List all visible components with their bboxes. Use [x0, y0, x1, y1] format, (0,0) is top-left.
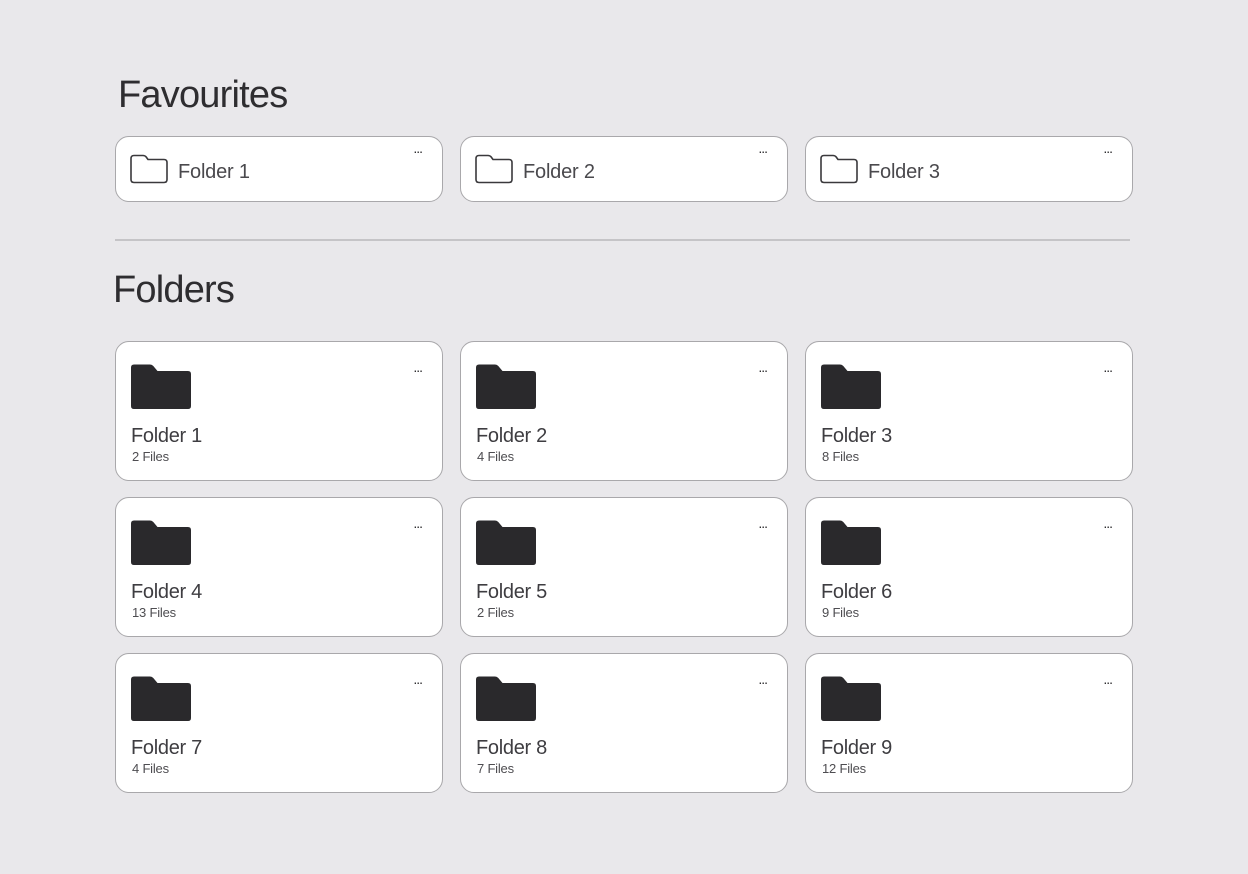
folder-name: Folder 7: [131, 737, 202, 759]
more-options-icon[interactable]: ...: [1103, 360, 1113, 374]
folder-file-count: 8 Files: [822, 449, 859, 464]
favourite-label: Folder 1: [178, 161, 250, 183]
folder-file-count: 4 Files: [132, 761, 169, 776]
folder-filled-icon: [476, 520, 536, 565]
folder-name: Folder 5: [476, 581, 547, 603]
folder-file-count: 2 Files: [132, 449, 169, 464]
folder-card[interactable]: ... Folder 7 4 Files: [115, 653, 443, 793]
more-options-icon[interactable]: ...: [758, 516, 768, 530]
folder-file-count: 4 Files: [477, 449, 514, 464]
folder-filled-icon: [476, 364, 536, 409]
section-divider: [115, 239, 1130, 241]
favourite-card[interactable]: Folder 1 ...: [115, 136, 443, 202]
folder-card[interactable]: ... Folder 6 9 Files: [805, 497, 1133, 637]
folder-name: Folder 8: [476, 737, 547, 759]
favourite-card[interactable]: Folder 2 ...: [460, 136, 788, 202]
folder-filled-icon: [476, 676, 536, 721]
folder-card[interactable]: ... Folder 2 4 Files: [460, 341, 788, 481]
folder-filled-icon: [131, 520, 191, 565]
more-options-icon[interactable]: ...: [758, 672, 768, 686]
folder-name: Folder 6: [821, 581, 892, 603]
more-options-icon[interactable]: ...: [1103, 141, 1113, 155]
favourites-list: Folder 1 ... Folder 2 ... Folder 3 ...: [115, 136, 1133, 202]
folder-outline-icon: [475, 154, 513, 184]
folder-file-count: 12 Files: [822, 761, 866, 776]
folders-heading: Folders: [113, 269, 235, 311]
more-options-icon[interactable]: ...: [413, 360, 423, 374]
more-options-icon[interactable]: ...: [1103, 516, 1113, 530]
folders-grid: ... Folder 1 2 Files ... Folder 2 4 File…: [115, 341, 1133, 793]
favourites-heading: Favourites: [118, 74, 288, 116]
folder-name: Folder 1: [131, 425, 202, 447]
folder-card[interactable]: ... Folder 5 2 Files: [460, 497, 788, 637]
folder-file-count: 9 Files: [822, 605, 859, 620]
folder-filled-icon: [131, 364, 191, 409]
folder-name: Folder 9: [821, 737, 892, 759]
favourite-label: Folder 2: [523, 161, 595, 183]
folder-name: Folder 3: [821, 425, 892, 447]
folder-file-count: 7 Files: [477, 761, 514, 776]
folder-card[interactable]: ... Folder 4 13 Files: [115, 497, 443, 637]
folder-name: Folder 4: [131, 581, 202, 603]
folder-card[interactable]: ... Folder 9 12 Files: [805, 653, 1133, 793]
more-options-icon[interactable]: ...: [758, 360, 768, 374]
folder-filled-icon: [821, 520, 881, 565]
folder-file-count: 2 Files: [477, 605, 514, 620]
favourite-card[interactable]: Folder 3 ...: [805, 136, 1133, 202]
folder-filled-icon: [821, 676, 881, 721]
folder-filled-icon: [821, 364, 881, 409]
folder-file-count: 13 Files: [132, 605, 176, 620]
folder-outline-icon: [820, 154, 858, 184]
folder-filled-icon: [131, 676, 191, 721]
folder-name: Folder 2: [476, 425, 547, 447]
more-options-icon[interactable]: ...: [413, 672, 423, 686]
folder-card[interactable]: ... Folder 3 8 Files: [805, 341, 1133, 481]
folder-card[interactable]: ... Folder 8 7 Files: [460, 653, 788, 793]
more-options-icon[interactable]: ...: [413, 141, 423, 155]
folder-outline-icon: [130, 154, 168, 184]
favourite-label: Folder 3: [868, 161, 940, 183]
more-options-icon[interactable]: ...: [413, 516, 423, 530]
more-options-icon[interactable]: ...: [1103, 672, 1113, 686]
folder-card[interactable]: ... Folder 1 2 Files: [115, 341, 443, 481]
more-options-icon[interactable]: ...: [758, 141, 768, 155]
